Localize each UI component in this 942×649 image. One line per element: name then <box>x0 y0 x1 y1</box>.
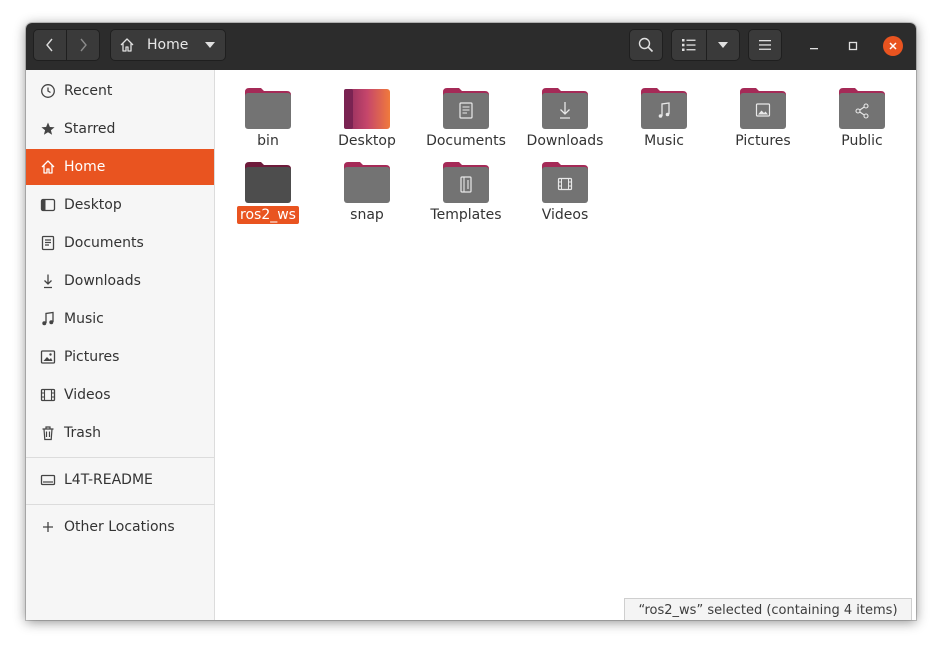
view-options-dropdown[interactable] <box>706 29 740 61</box>
navigation-buttons <box>33 29 101 61</box>
chevron-right-icon <box>80 38 87 52</box>
minimize-icon <box>810 48 818 50</box>
forward-button[interactable] <box>66 29 100 61</box>
public-folder-icon <box>839 88 885 129</box>
file-name: Downloads <box>526 133 604 149</box>
sidebar-item-label: Downloads <box>64 273 141 289</box>
folder-item-bin[interactable]: bin <box>220 78 316 149</box>
file-name: Desktop <box>338 133 396 149</box>
folder-item-templates[interactable]: Templates <box>418 152 514 223</box>
sidebar-item-label: Recent <box>64 83 113 99</box>
templates-folder-icon <box>443 162 489 203</box>
drive-icon <box>40 472 56 488</box>
sidebar-item-other-locations[interactable]: Other Locations <box>26 509 214 545</box>
sidebar-item-label: Desktop <box>64 197 122 213</box>
file-name: Videos <box>541 207 589 223</box>
list-view-button[interactable] <box>671 29 707 61</box>
close-icon <box>889 42 897 50</box>
chevron-left-icon <box>46 38 53 52</box>
location-pathbar-button[interactable]: Home <box>110 29 226 61</box>
folder-item-pictures[interactable]: Pictures <box>715 78 811 149</box>
file-name: bin <box>257 133 279 149</box>
file-name: Music <box>644 133 684 149</box>
folder-icon <box>245 162 291 203</box>
places-sidebar: Recent Starred Home Desktop Documents Do… <box>26 70 215 620</box>
videos-folder-icon <box>542 162 588 203</box>
music-folder-icon <box>641 88 687 129</box>
sidebar-item-label: Music <box>64 311 104 327</box>
maximize-button[interactable] <box>843 36 863 56</box>
maximize-icon <box>848 41 858 51</box>
hamburger-menu-icon <box>759 40 771 50</box>
header-bar: Home <box>26 23 916 71</box>
sidebar-item-label: Home <box>64 159 106 175</box>
file-name: Pictures <box>735 133 791 149</box>
folder-icon <box>344 162 390 203</box>
sidebar-item-label: L4T-README <box>64 472 153 488</box>
clock-icon <box>40 83 56 99</box>
list-view-icon <box>682 39 696 51</box>
plus-icon <box>40 519 56 535</box>
sidebar-item-label: Pictures <box>64 349 120 365</box>
sidebar-item-documents[interactable]: Documents <box>26 225 214 261</box>
location-label: Home <box>147 37 189 53</box>
search-icon <box>638 37 654 53</box>
sidebar-separator <box>26 457 214 458</box>
sidebar-item-trash[interactable]: Trash <box>26 415 214 451</box>
sidebar-item-videos[interactable]: Videos <box>26 377 214 413</box>
file-view: bin Desktop Documents Downloads Music Pi… <box>215 70 916 620</box>
file-name: Public <box>841 133 883 149</box>
sidebar-item-downloads[interactable]: Downloads <box>26 263 214 299</box>
document-icon <box>40 235 56 251</box>
sidebar-item-label: Trash <box>64 425 101 441</box>
sidebar-item-desktop[interactable]: Desktop <box>26 187 214 223</box>
file-manager-window: Home Recent Starred Home Desktop Documen… <box>26 23 916 620</box>
folder-item-public[interactable]: Public <box>814 78 910 149</box>
picture-icon <box>40 349 56 365</box>
minimize-button[interactable] <box>804 36 824 56</box>
home-icon <box>120 38 134 52</box>
download-icon <box>40 273 56 289</box>
file-name: Documents <box>426 133 506 149</box>
folder-item-desktop[interactable]: Desktop <box>319 78 415 149</box>
back-button[interactable] <box>33 29 67 61</box>
sidebar-item-starred[interactable]: Starred <box>26 111 214 147</box>
documents-folder-icon <box>443 88 489 129</box>
sidebar-item-label: Documents <box>64 235 144 251</box>
sidebar-item-label: Videos <box>64 387 111 403</box>
file-name: ros2_ws <box>220 206 316 224</box>
sidebar-item-label: Starred <box>64 121 116 137</box>
folder-icon <box>245 88 291 129</box>
music-icon <box>40 311 56 327</box>
video-icon <box>40 387 56 403</box>
sidebar-item-l4t-readme[interactable]: L4T-README <box>26 462 214 498</box>
folder-item-music[interactable]: Music <box>616 78 712 149</box>
sidebar-separator <box>26 504 214 505</box>
chevron-down-icon <box>205 42 216 48</box>
folder-item-downloads[interactable]: Downloads <box>517 78 613 149</box>
desktop-icon <box>40 197 56 213</box>
search-button[interactable] <box>629 29 663 61</box>
sidebar-item-recent[interactable]: Recent <box>26 73 214 109</box>
file-name: snap <box>350 207 384 223</box>
folder-item-snap[interactable]: snap <box>319 152 415 223</box>
desktop-folder-icon <box>344 89 390 129</box>
downloads-folder-icon <box>542 88 588 129</box>
sidebar-item-pictures[interactable]: Pictures <box>26 339 214 375</box>
main-menu-button[interactable] <box>748 29 782 61</box>
star-icon <box>40 121 56 137</box>
pictures-folder-icon <box>740 88 786 129</box>
trash-icon <box>40 425 56 441</box>
home-icon <box>40 159 56 175</box>
sidebar-item-label: Other Locations <box>64 519 175 535</box>
selection-status: “ros2_ws” selected (containing 4 items) <box>624 598 912 620</box>
chevron-down-icon <box>718 42 728 48</box>
folder-item-videos[interactable]: Videos <box>517 152 613 223</box>
file-name: Templates <box>430 207 502 223</box>
sidebar-item-music[interactable]: Music <box>26 301 214 337</box>
close-button[interactable] <box>883 36 903 56</box>
sidebar-item-home[interactable]: Home <box>26 149 214 185</box>
folder-item-documents[interactable]: Documents <box>418 78 514 149</box>
folder-item-ros2-ws[interactable]: ros2_ws <box>220 152 316 224</box>
